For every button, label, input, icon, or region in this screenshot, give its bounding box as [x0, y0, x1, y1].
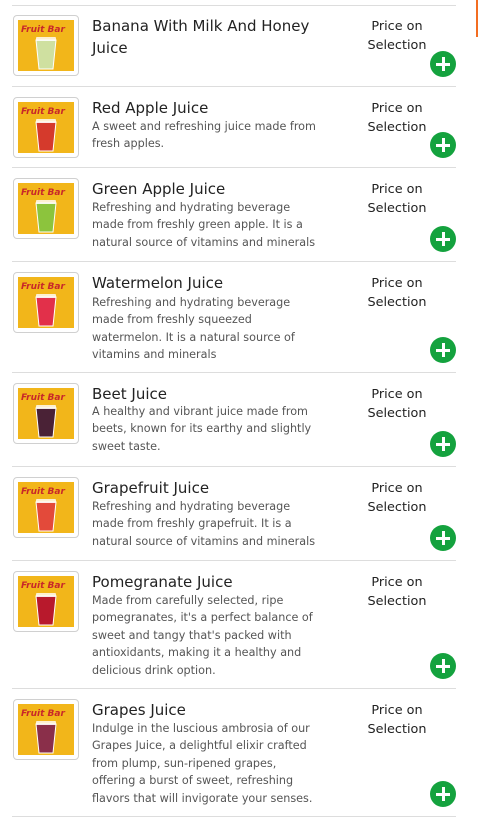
item-description: A healthy and vibrant juice made from be… [92, 405, 312, 453]
price-label: Price on Selection [367, 182, 427, 216]
add-to-cart-button[interactable] [430, 525, 456, 551]
svg-text:Fruit Bar: Fruit Bar [21, 188, 65, 198]
item-title: Banana With Milk And Honey Juice [92, 17, 310, 57]
item-title: Red Apple Juice [92, 99, 209, 117]
grapefruit-juice-cup: Fruit Bar [18, 482, 74, 533]
svg-text:Fruit Bar: Fruit Bar [21, 581, 65, 591]
item-description: Refreshing and hydrating beverage made f… [92, 296, 295, 362]
svg-text:Fruit Bar: Fruit Bar [21, 107, 65, 117]
item-description: Refreshing and hydrating beverage made f… [92, 500, 316, 548]
svg-text:Fruit Bar: Fruit Bar [21, 393, 65, 403]
product-image[interactable]: Fruit Bar [13, 699, 79, 760]
price-label: Price on Selection [367, 575, 427, 609]
item-description: A sweet and refreshing juice made from f… [92, 120, 316, 151]
product-image[interactable]: Fruit Bar [13, 178, 79, 239]
svg-text:Fruit Bar: Fruit Bar [21, 25, 65, 35]
price-label: Price on Selection [367, 19, 427, 53]
add-to-cart-button[interactable] [430, 781, 456, 807]
svg-text:Fruit Bar: Fruit Bar [21, 709, 65, 719]
menu-item[interactable]: Fruit Bar Green Apple Juice Price on Sel… [0, 168, 458, 262]
product-image[interactable]: Fruit Bar [13, 97, 79, 158]
item-description: Refreshing and hydrating beverage made f… [92, 201, 316, 249]
green-apple-juice-cup: Fruit Bar [18, 183, 74, 234]
watermelon-juice-cup: Fruit Bar [18, 277, 74, 328]
menu-item[interactable]: Fruit Bar Banana With Milk And Honey Jui… [0, 5, 458, 87]
item-description: Made from carefully selected, ripe pomeg… [92, 594, 313, 677]
grapes-juice-cup: Fruit Bar [18, 704, 74, 755]
item-title: Beet Juice [92, 385, 167, 403]
item-title: Grapefruit Juice [92, 479, 210, 497]
svg-text:Fruit Bar: Fruit Bar [21, 282, 65, 292]
red-apple-juice-cup: Fruit Bar [18, 102, 74, 153]
pomegranate-juice-cup: Fruit Bar [18, 576, 74, 627]
menu-item[interactable]: Fruit Bar Watermelon Juice Price on Sele… [0, 262, 458, 373]
add-to-cart-button[interactable] [430, 431, 456, 457]
divider [12, 816, 456, 817]
product-image[interactable]: Fruit Bar [13, 15, 79, 76]
menu-item[interactable]: Fruit Bar Red Apple Juice Price on Selec… [0, 87, 458, 168]
svg-text:Fruit Bar: Fruit Bar [21, 487, 65, 497]
beet-juice-cup: Fruit Bar [18, 388, 74, 439]
banana-juice-cup: Fruit Bar [18, 20, 74, 71]
add-to-cart-button[interactable] [430, 132, 456, 158]
item-title: Green Apple Juice [92, 180, 226, 198]
item-title: Pomegranate Juice [92, 573, 233, 591]
item-title: Watermelon Juice [92, 274, 224, 292]
item-description: Indulge in the luscious ambrosia of our … [92, 722, 313, 805]
price-label: Price on Selection [367, 101, 427, 135]
product-image[interactable]: Fruit Bar [13, 477, 79, 538]
price-label: Price on Selection [367, 481, 427, 515]
menu-item[interactable]: Fruit Bar Grapefruit Juice Price on Sele… [0, 467, 458, 561]
item-title: Grapes Juice [92, 701, 186, 719]
add-to-cart-button[interactable] [430, 653, 456, 679]
menu-item[interactable]: Fruit Bar Beet Juice Price on Selection … [0, 373, 458, 467]
product-image[interactable]: Fruit Bar [13, 571, 79, 632]
menu-item[interactable]: Fruit Bar Pomegranate Juice Price on Sel… [0, 561, 458, 689]
add-to-cart-button[interactable] [430, 226, 456, 252]
add-to-cart-button[interactable] [430, 337, 456, 363]
price-label: Price on Selection [367, 387, 427, 421]
product-image[interactable]: Fruit Bar [13, 383, 79, 444]
menu-item[interactable]: Fruit Bar Grapes Juice Price on Selectio… [0, 689, 458, 817]
add-to-cart-button[interactable] [430, 51, 456, 77]
product-image[interactable]: Fruit Bar [13, 272, 79, 333]
price-label: Price on Selection [367, 276, 427, 310]
price-label: Price on Selection [367, 703, 427, 737]
